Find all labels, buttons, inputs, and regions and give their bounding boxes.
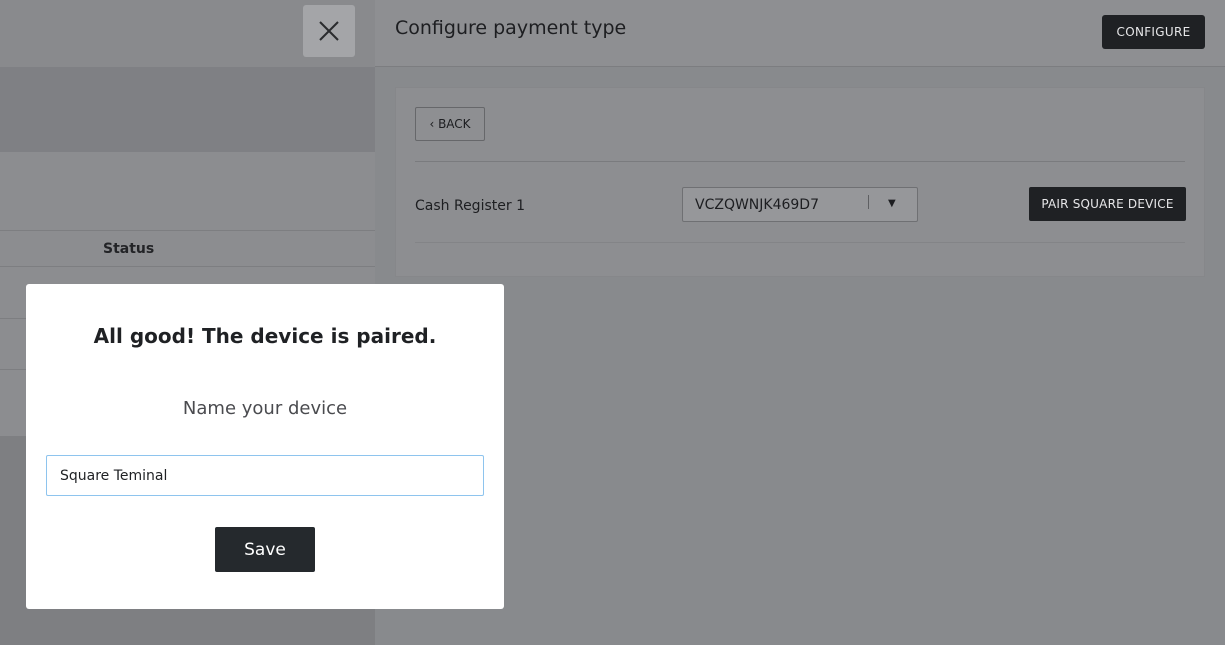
caret-down-icon: ▼ — [888, 198, 896, 209]
panel-header: Configure payment type CONFIGURE — [375, 0, 1225, 67]
configure-button[interactable]: CONFIGURE — [1102, 15, 1205, 49]
save-button[interactable]: Save — [215, 527, 315, 572]
back-button[interactable]: ‹ BACK — [415, 107, 485, 141]
screen: Status Configure payment type CONFIGURE … — [0, 0, 1225, 645]
modal-title: All good! The device is paired. — [93, 324, 437, 348]
pair-square-device-button[interactable]: PAIR SQUARE DEVICE — [1029, 187, 1186, 221]
device-select-value: VCZQWNJK469D7 — [695, 197, 819, 213]
device-select[interactable]: VCZQWNJK469D7 ▼ — [682, 187, 918, 222]
close-button[interactable] — [303, 5, 355, 57]
modal-subtitle: Name your device — [182, 398, 348, 419]
select-separator — [868, 195, 869, 209]
card-divider — [415, 161, 1185, 162]
background-toolbar — [0, 67, 375, 152]
table-header-top-border — [0, 230, 375, 231]
pairing-success-modal: All good! The device is paired. Name you… — [26, 284, 504, 609]
panel-title: Configure payment type — [395, 17, 627, 39]
device-card: ‹ BACK Cash Register 1 VCZQWNJK469D7 ▼ P… — [395, 87, 1205, 277]
close-icon — [319, 21, 339, 41]
table-header-status: Status — [103, 241, 155, 257]
register-label: Cash Register 1 — [415, 198, 525, 214]
device-name-input[interactable] — [46, 455, 484, 496]
table-header-bottom-border — [0, 266, 375, 267]
card-divider — [415, 242, 1185, 243]
